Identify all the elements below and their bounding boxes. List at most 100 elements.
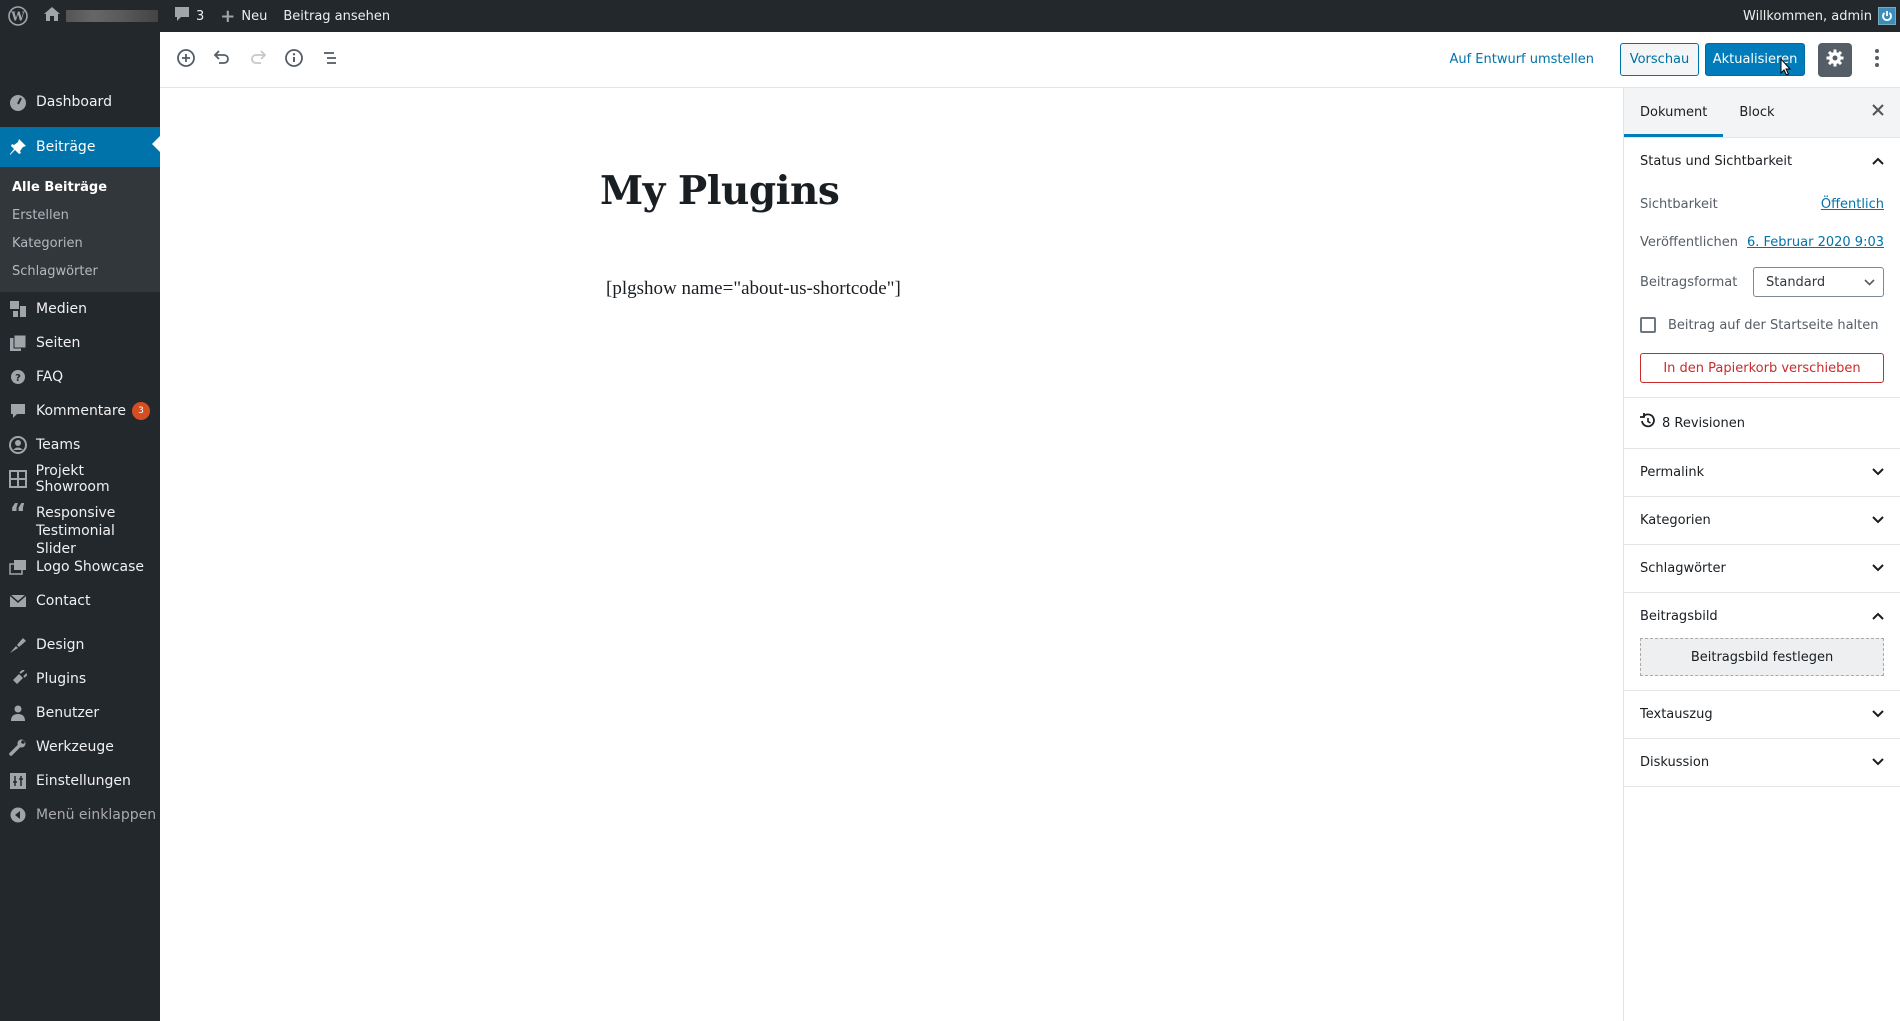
close-icon xyxy=(1872,104,1884,120)
preview-button[interactable]: Vorschau xyxy=(1620,43,1699,76)
discussion-panel: Diskussion xyxy=(1624,739,1900,787)
block-navigation-button[interactable] xyxy=(312,42,348,78)
post-format-row: Beitragsformat Standard xyxy=(1640,261,1884,303)
quote-icon: “ xyxy=(9,499,27,529)
more-menu-button[interactable] xyxy=(1862,43,1892,77)
settings-sidebar: Dokument Block Status und Sichtbarkeit S… xyxy=(1623,88,1900,1021)
post-title[interactable]: My Plugins xyxy=(600,168,840,214)
menu-item-pages[interactable]: Seiten xyxy=(0,326,160,360)
tab-document[interactable]: Dokument xyxy=(1624,88,1724,137)
submenu-all-posts[interactable]: Alle Beiträge xyxy=(0,173,160,201)
user-icon xyxy=(8,703,28,723)
menu-item-settings[interactable]: Einstellungen xyxy=(0,764,160,798)
menu-item-media[interactable]: Medien xyxy=(0,292,160,326)
menu-item-posts[interactable]: Beiträge xyxy=(0,127,160,167)
chevron-down-icon xyxy=(1864,275,1875,290)
comments-link[interactable]: 3 xyxy=(166,0,212,32)
move-to-trash-button[interactable]: In den Papierkorb verschieben xyxy=(1640,353,1884,383)
categories-toggle[interactable]: Kategorien xyxy=(1624,497,1900,544)
revisions-link[interactable]: 8 Revisionen xyxy=(1624,398,1900,448)
history-icon xyxy=(1640,413,1656,433)
chevron-down-icon xyxy=(1872,561,1884,576)
permalink-panel: Permalink xyxy=(1624,449,1900,497)
welcome-text: Willkommen, admin xyxy=(1743,8,1872,24)
settings-sliders-icon xyxy=(8,771,28,791)
avatar xyxy=(1878,7,1896,25)
menu-item-teams[interactable]: Teams xyxy=(0,428,160,462)
brush-icon xyxy=(8,635,28,655)
settings-tabs: Dokument Block xyxy=(1624,88,1900,138)
view-post-link[interactable]: Beitrag ansehen xyxy=(275,0,398,32)
permalink-toggle[interactable]: Permalink xyxy=(1624,449,1900,496)
redo-button[interactable] xyxy=(240,42,276,78)
menu-item-testimonial-slider[interactable]: “ Responsive Testimonial Slider xyxy=(0,496,160,557)
wordpress-logo-icon[interactable]: W xyxy=(0,0,36,32)
undo-button[interactable] xyxy=(204,42,240,78)
grid-icon xyxy=(8,469,28,489)
site-name-link[interactable] xyxy=(36,0,166,32)
switch-to-draft-button[interactable]: Auf Entwurf umstellen xyxy=(1449,52,1594,67)
plus-icon: + xyxy=(220,5,236,27)
menu-item-comments[interactable]: Kommentare 3 xyxy=(0,394,160,428)
menu-item-plugins[interactable]: Plugins xyxy=(0,662,160,696)
shortcode-block[interactable]: [plgshow name="about-us-shortcode"] xyxy=(606,278,901,300)
set-featured-image-button[interactable]: Beitragsbild festlegen xyxy=(1640,638,1884,676)
media-icon xyxy=(8,299,28,319)
editor-canvas: My Plugins [plgshow name="about-us-short… xyxy=(160,88,1623,1021)
admin-bar: W 3 + Neu Beitrag ansehen Willkommen, ad… xyxy=(0,0,1900,32)
menu-item-contact[interactable]: Contact xyxy=(0,584,160,618)
submenu-new-post[interactable]: Erstellen xyxy=(0,201,160,229)
chevron-down-icon xyxy=(1872,707,1884,722)
submenu-tags[interactable]: Schlagwörter xyxy=(0,257,160,285)
gear-icon xyxy=(1825,48,1845,72)
publish-date-link[interactable]: 6. Februar 2020 9:03 xyxy=(1747,235,1884,250)
sticky-checkbox[interactable] xyxy=(1640,317,1656,333)
admin-menu: Dashboard Beiträge Alle Beiträge Erstell… xyxy=(0,32,160,1021)
menu-item-dashboard[interactable]: Dashboard xyxy=(0,85,160,119)
menu-item-design[interactable]: Design xyxy=(0,628,160,662)
chevron-up-icon xyxy=(1872,154,1884,169)
team-icon xyxy=(8,435,28,455)
categories-panel: Kategorien xyxy=(1624,497,1900,545)
menu-item-project-showroom[interactable]: Projekt Showroom xyxy=(0,462,160,496)
svg-text:W: W xyxy=(10,10,25,24)
content-info-button[interactable] xyxy=(276,42,312,78)
visibility-row: Sichtbarkeit Öffentlich xyxy=(1640,196,1884,212)
revisions-panel: 8 Revisionen xyxy=(1624,398,1900,449)
dashboard-icon xyxy=(8,92,28,112)
chevron-down-icon xyxy=(1872,513,1884,528)
post-format-select[interactable]: Standard xyxy=(1753,267,1884,297)
visibility-link[interactable]: Öffentlich xyxy=(1821,197,1884,212)
new-content-link[interactable]: + Neu xyxy=(212,0,275,32)
menu-item-tools[interactable]: Werkzeuge xyxy=(0,730,160,764)
home-icon xyxy=(44,7,60,25)
discussion-toggle[interactable]: Diskussion xyxy=(1624,739,1900,786)
images-icon xyxy=(8,557,28,577)
comments-count: 3 xyxy=(196,8,205,24)
posts-submenu: Alle Beiträge Erstellen Kategorien Schla… xyxy=(0,167,160,292)
menu-item-users[interactable]: Benutzer xyxy=(0,696,160,730)
excerpt-toggle[interactable]: Textauszug xyxy=(1624,691,1900,738)
collapse-menu-button[interactable]: Menü einklappen xyxy=(0,798,160,832)
comment-icon xyxy=(174,6,190,26)
mouse-cursor-icon xyxy=(1780,57,1792,80)
close-settings-button[interactable] xyxy=(1868,102,1888,122)
mail-icon xyxy=(8,591,28,611)
menu-item-logo-showcase[interactable]: Logo Showcase xyxy=(0,550,160,584)
status-visibility-toggle[interactable]: Status und Sichtbarkeit xyxy=(1624,138,1900,185)
menu-item-faq[interactable]: ? FAQ xyxy=(0,360,160,394)
featured-image-toggle[interactable]: Beitragsbild xyxy=(1624,593,1900,640)
tab-block[interactable]: Block xyxy=(1723,88,1790,137)
plugin-icon xyxy=(8,669,28,689)
status-visibility-panel: Status und Sichtbarkeit Sichtbarkeit Öff… xyxy=(1624,138,1900,398)
submenu-categories[interactable]: Kategorien xyxy=(0,229,160,257)
tags-toggle[interactable]: Schlagwörter xyxy=(1624,545,1900,592)
update-button[interactable]: Aktualisieren xyxy=(1705,43,1805,76)
settings-toggle-button[interactable] xyxy=(1818,42,1852,77)
undo-icon xyxy=(212,48,232,72)
svg-text:?: ? xyxy=(15,373,21,384)
comment-icon xyxy=(8,401,28,421)
account-menu[interactable]: Willkommen, admin xyxy=(1735,0,1900,32)
list-icon xyxy=(320,48,340,72)
add-block-button[interactable] xyxy=(168,42,204,78)
